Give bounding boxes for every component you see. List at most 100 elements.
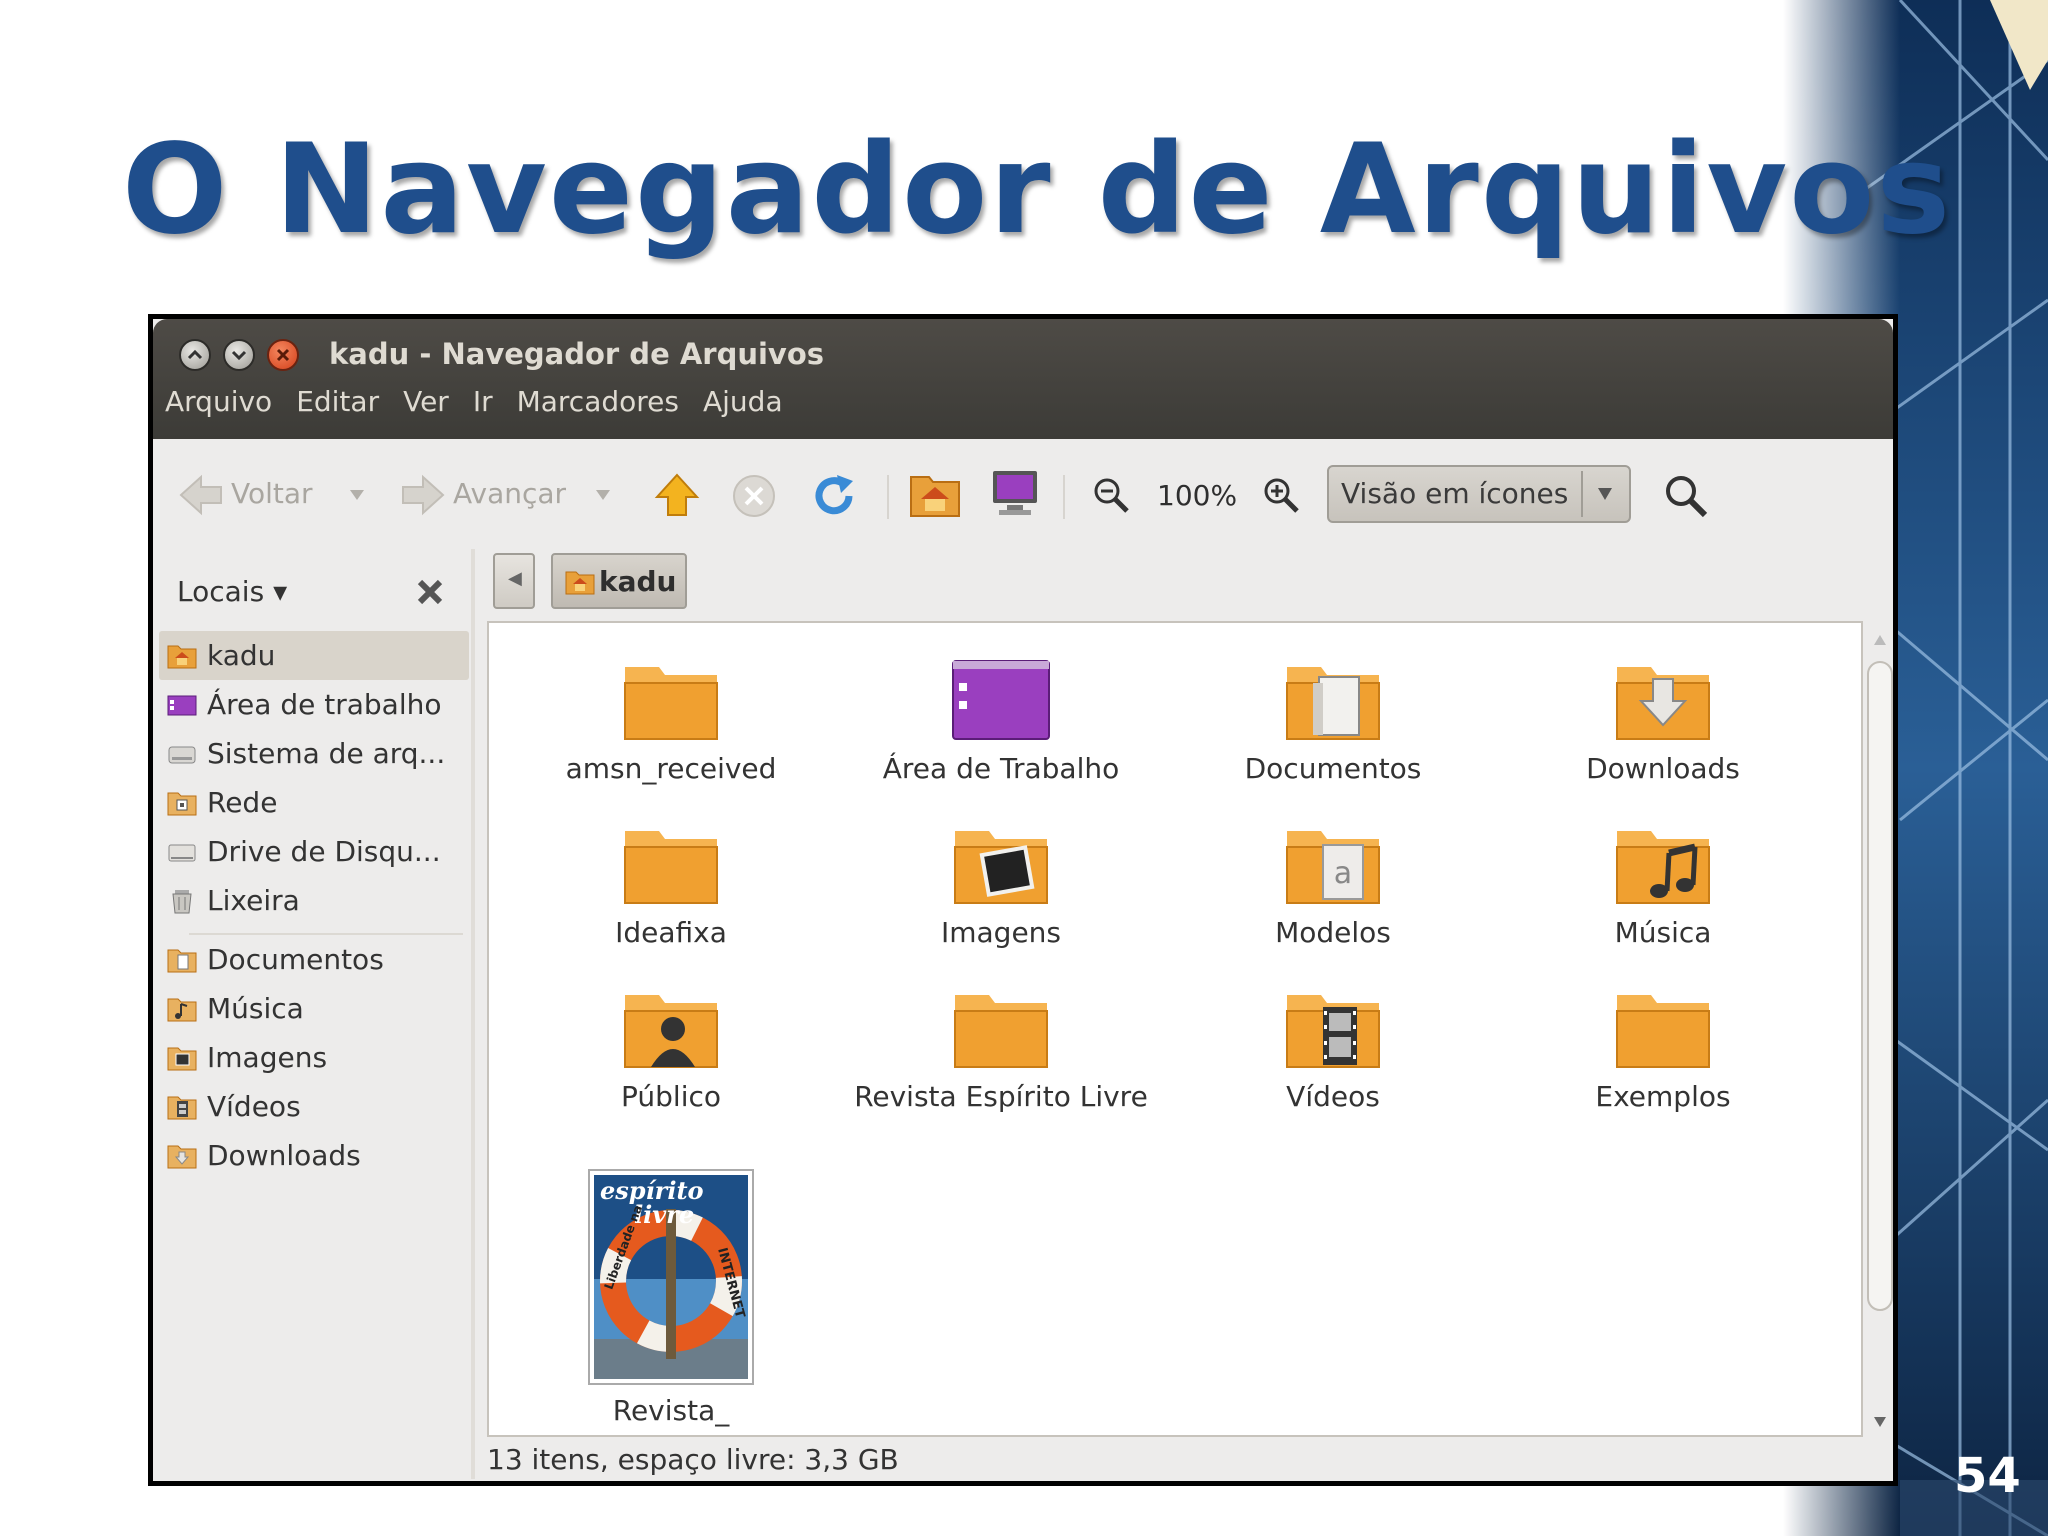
folder-icon [1616,995,1710,1068]
sidebar-item-pictures[interactable]: Imagens [159,1033,469,1082]
sidebar-item-label: kadu [207,639,276,672]
file-item-label: Documentos [1244,752,1422,785]
scroll-up-arrow-icon[interactable] [1873,633,1887,647]
sidebar-header[interactable]: Locais ▾ [177,575,287,608]
file-item[interactable]: Área de Trabalho [851,657,1151,787]
menu-editar[interactable]: Editar [294,385,381,418]
file-view: amsn_received Área de Trabalho Documento… [487,621,1863,1437]
minimize-button[interactable] [179,339,211,371]
window-title: kadu - Navegador de Arquivos [329,337,825,371]
public-folder-icon [624,995,718,1068]
sidebar-item-desktop[interactable]: Área de trabalho [159,680,469,729]
stop-icon[interactable] [731,473,777,519]
pictures-folder-icon [954,831,1048,904]
templates-folder-icon: a [1286,831,1380,904]
vertical-scrollbar[interactable] [1863,625,1893,1437]
sidebar-item-label: Rede [207,786,278,819]
file-item[interactable]: Ideafixa [521,821,821,951]
magazine-thumbnail-icon: espírito livre Liberdade na INTERNET [588,1169,754,1385]
chevron-down-icon [231,350,247,361]
path-scroll-left-button[interactable]: ◀ [493,553,535,609]
toolbar: Voltar Avançar 100% [153,439,1893,549]
file-item-label: Vídeos [1286,1080,1380,1113]
file-item[interactable]: Downloads [1513,657,1813,787]
forward-history-dropdown-icon[interactable] [593,487,613,503]
sidebar-splitter[interactable] [471,549,475,1479]
forward-label: Avançar [453,477,567,510]
file-item-label: Exemplos [1595,1080,1731,1113]
file-item[interactable]: Exemplos [1513,985,1813,1115]
file-item-label: amsn_received [565,752,777,785]
back-history-dropdown-icon[interactable] [347,487,367,503]
home-folder-icon[interactable] [909,469,961,519]
sidebar-item-label: Sistema de arq... [207,737,446,770]
network-icon [167,792,197,815]
trash-icon [172,889,192,913]
sidebar-places-list: kadu Área de trabalho Sistema de arq... … [159,631,469,1180]
forward-button[interactable]: Avançar [399,467,579,523]
scroll-down-arrow-icon[interactable] [1873,1415,1887,1429]
close-sidebar-icon[interactable] [415,577,445,607]
home-folder-icon [565,571,595,595]
toolbar-separator [887,475,889,519]
sidebar-item-trash[interactable]: Lixeira [159,876,469,925]
zoom-level: 100% [1157,479,1238,512]
sidebar-item-label: Downloads [207,1139,361,1172]
music-folder-icon [1616,831,1710,904]
file-item[interactable]: a Modelos [1183,821,1483,951]
zoom-in-icon[interactable] [1261,475,1301,515]
sidebar-item-documents[interactable]: Documentos [159,935,469,984]
file-item[interactable]: Música [1513,821,1813,951]
sidebar-item-music[interactable]: Música [159,984,469,1033]
menubar: Arquivo Editar Ver Ir Marcadores Ajuda [163,385,785,418]
file-item[interactable]: Público [521,985,821,1115]
view-mode-label: Visão em ícones [1341,477,1569,510]
file-item[interactable]: Vídeos [1183,985,1483,1115]
sidebar-item-floppy[interactable]: Drive de Disqu... [159,827,469,876]
close-icon [276,348,290,362]
sidebar: Locais ▾ kadu Área de trabalho Sistema d… [153,549,473,1479]
sidebar-item-label: Imagens [207,1041,328,1074]
back-label: Voltar [231,477,313,510]
sidebar-item-filesystem[interactable]: Sistema de arq... [159,729,469,778]
file-item-label: Música [1614,916,1712,949]
menu-marcadores[interactable]: Marcadores [515,385,681,418]
file-manager-window: kadu - Navegador de Arquivos Arquivo Edi… [148,314,1898,1486]
scrollbar-thumb[interactable] [1867,661,1893,1311]
computer-icon[interactable] [989,467,1041,519]
chevron-down-icon [1598,488,1612,500]
menu-ir[interactable]: Ir [471,385,495,418]
file-item-label: Ideafixa [615,916,727,949]
file-item[interactable]: Imagens [851,821,1151,951]
file-item[interactable]: Documentos [1183,657,1483,787]
sidebar-item-network[interactable]: Rede [159,778,469,827]
file-item[interactable]: Revista Espírito Livre [851,985,1151,1115]
back-button[interactable]: Voltar [177,467,357,523]
menu-ajuda[interactable]: Ajuda [701,385,785,418]
sidebar-item-downloads[interactable]: Downloads [159,1131,469,1180]
sidebar-divider [189,925,463,935]
close-window-button[interactable] [267,339,299,371]
forward-arrow-icon [402,474,445,516]
zoom-out-icon[interactable] [1091,475,1131,515]
documents-folder-icon [1286,667,1380,740]
reload-icon[interactable] [809,471,859,521]
sidebar-item-kadu[interactable]: kadu [159,631,469,680]
titlebar: kadu - Navegador de Arquivos Arquivo Edi… [153,319,1893,439]
sidebar-item-videos[interactable]: Vídeos [159,1082,469,1131]
file-item-label: Público [621,1080,721,1113]
file-item[interactable]: amsn_received [521,657,821,787]
home-folder-icon [167,645,197,668]
slide-title: O Navegador de Arquivos [122,118,1953,262]
up-arrow-icon[interactable] [653,471,701,519]
desktop-icon [167,695,197,715]
folder-icon [954,995,1048,1068]
path-button-kadu[interactable]: kadu [551,553,687,609]
maximize-button[interactable] [223,339,255,371]
view-mode-select[interactable]: Visão em ícones [1327,465,1631,523]
menu-arquivo[interactable]: Arquivo [163,385,274,418]
search-icon[interactable] [1661,471,1711,521]
menu-ver[interactable]: Ver [401,385,451,418]
desktop-folder-icon [952,660,1050,740]
file-item[interactable]: espírito livre Liberdade na INTERNET Rev… [521,1169,821,1429]
